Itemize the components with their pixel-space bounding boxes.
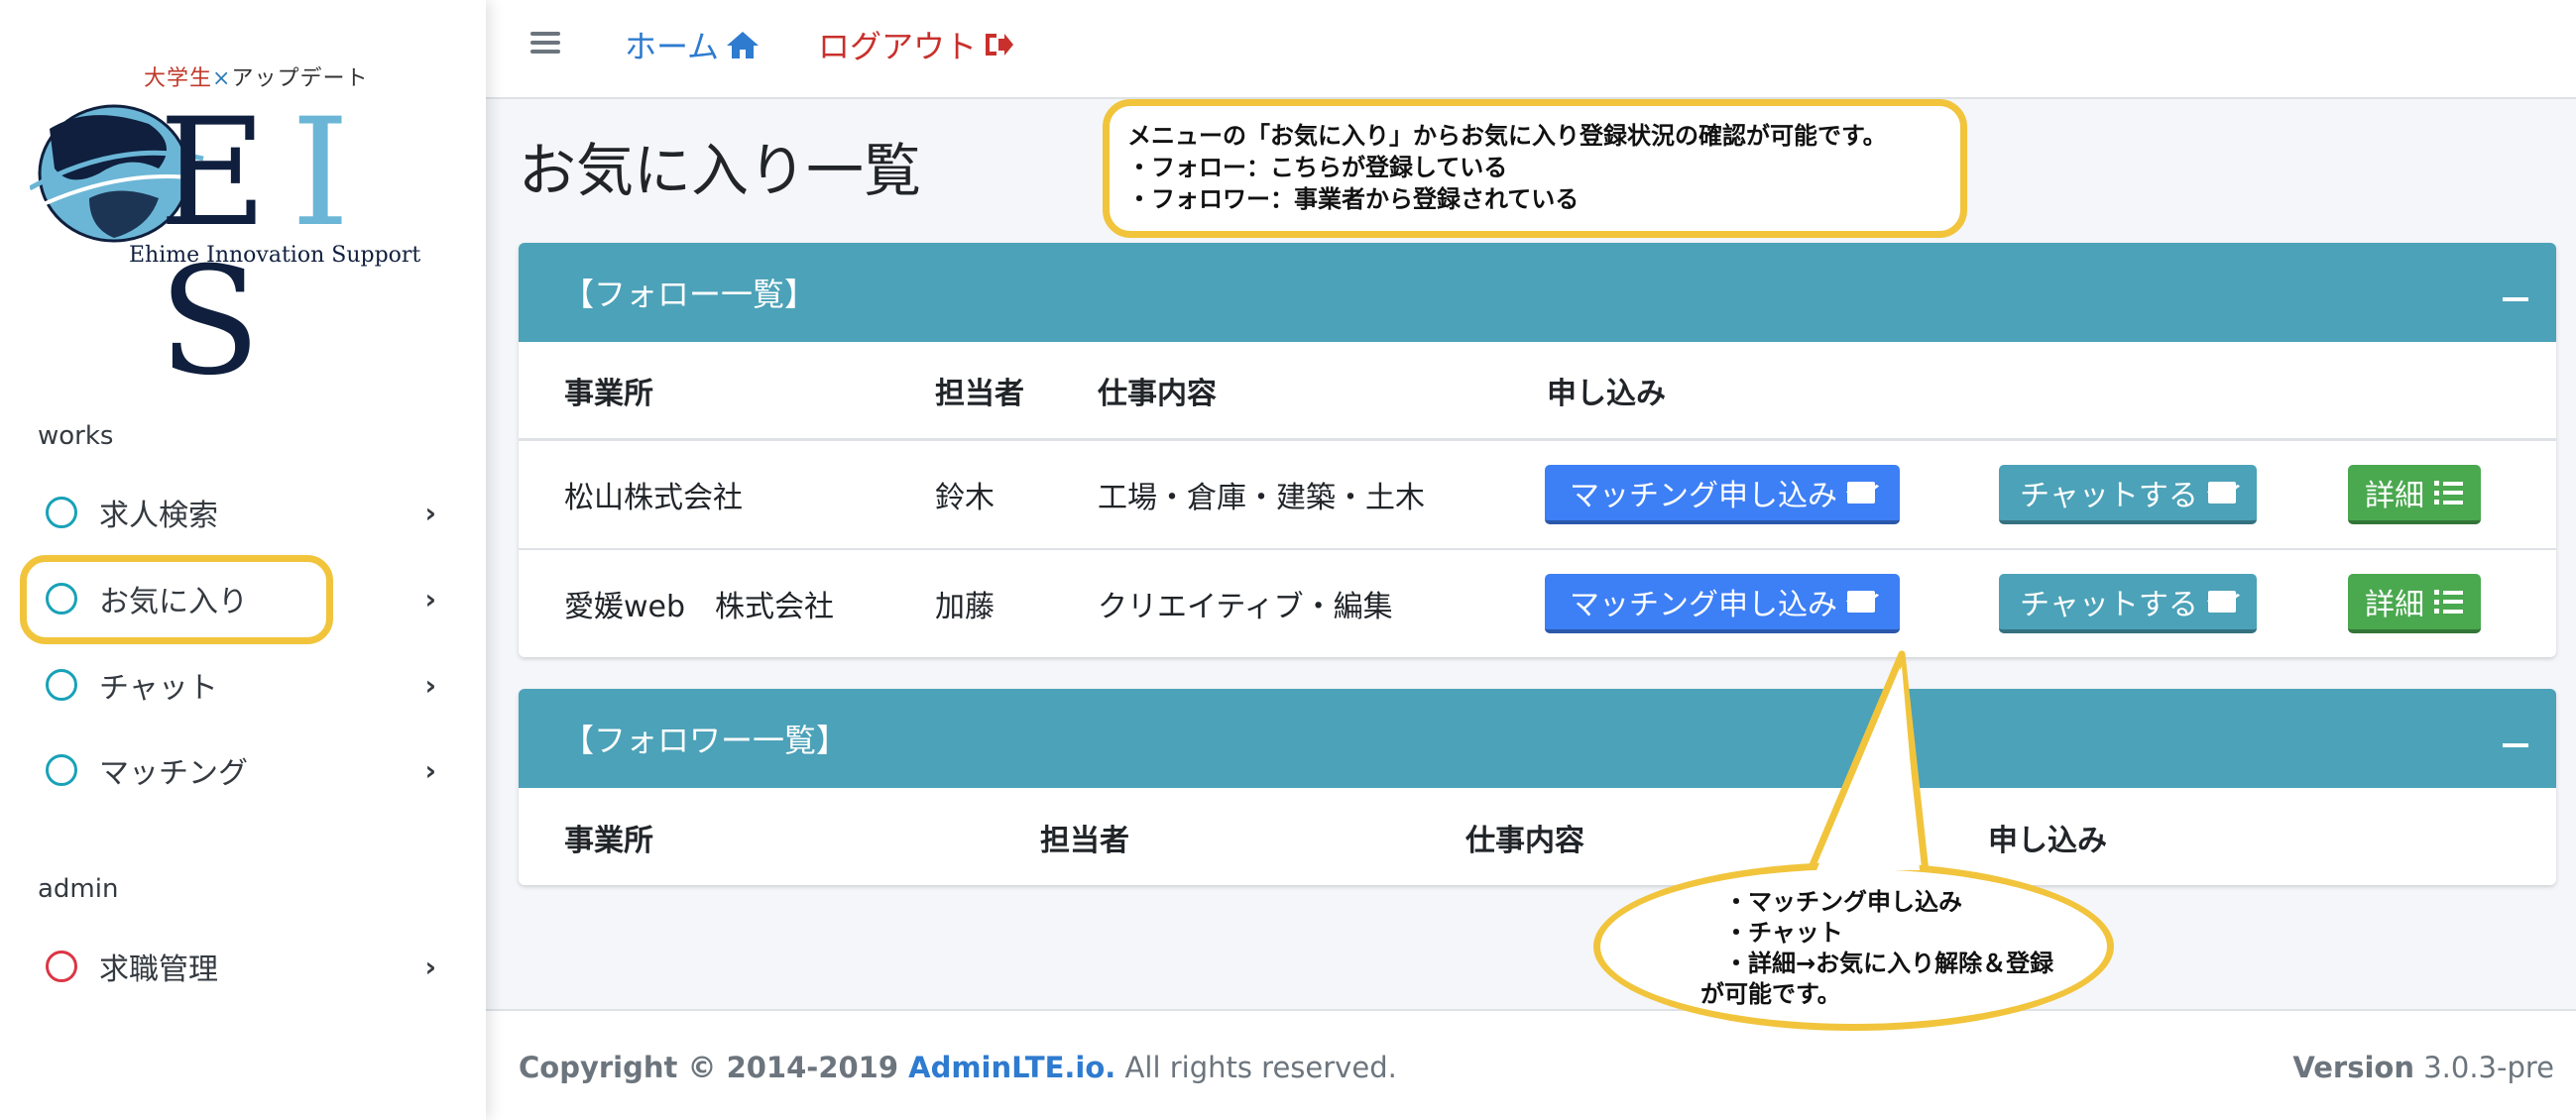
sidebar-item-chat[interactable]: チャット › bbox=[20, 650, 456, 720]
cell-office: 松山株式会社 bbox=[564, 481, 743, 515]
nav-header-admin: admin bbox=[38, 874, 119, 904]
version-info: Version 3.0.3-pre bbox=[2292, 1051, 2554, 1084]
cell-office: 愛媛web 株式会社 bbox=[564, 590, 835, 624]
sidebar-item-label: 求職管理 bbox=[99, 952, 218, 987]
sidebar-item-label: 求人検索 bbox=[99, 499, 218, 533]
button-label: チャットする bbox=[2020, 479, 2198, 513]
card-header: 【フォロワー一覧】 bbox=[519, 689, 2556, 788]
brand-letter-i: I bbox=[291, 87, 374, 260]
column-header-person: 担当者 bbox=[1040, 824, 1129, 858]
home-icon bbox=[727, 32, 760, 58]
button-label: 詳細 bbox=[2365, 479, 2424, 513]
sidebar-item-label: チャット bbox=[99, 671, 218, 706]
column-header-job: 仕事内容 bbox=[1465, 824, 1584, 858]
nav-header-works: works bbox=[38, 421, 114, 451]
column-header-apply: 申し込み bbox=[1988, 824, 2107, 858]
matching-apply-button[interactable]: マッチング申し込み bbox=[1545, 465, 1900, 524]
footer: Copyright © 2014-2019 AdminLTE.io. All r… bbox=[486, 1009, 2576, 1120]
page-title: お気に入り一覧 bbox=[519, 137, 922, 204]
callout-bottom-text: ・マッチング申し込み ・チャット ・詳細→お気に入り解除＆登録 が可能です。 bbox=[1700, 887, 2053, 1010]
detail-button[interactable]: 詳細 bbox=[2348, 465, 2481, 524]
callout-line: ・マッチング申し込み bbox=[1700, 888, 1962, 916]
home-link[interactable]: ホーム bbox=[625, 22, 761, 67]
brand-letter-e: E bbox=[159, 87, 292, 260]
top-navbar: ホーム ログアウト bbox=[486, 0, 2576, 99]
follow-list-card: 【フォロー一覧】 事業所 担当者 仕事内容 申し込み 松山株式会社 鈴木 工場・… bbox=[519, 243, 2556, 657]
hamburger-icon[interactable] bbox=[530, 28, 560, 57]
callout-line: ・フォロワー：事業者から登録されている bbox=[1127, 185, 1580, 213]
sign-out-icon bbox=[986, 34, 1014, 56]
list-icon bbox=[2434, 481, 2464, 504]
logout-link-label: ログアウト bbox=[818, 28, 978, 65]
favorites-highlight-annotation bbox=[20, 555, 333, 644]
column-header-apply: 申し込み bbox=[1547, 376, 1666, 411]
follower-list-card: 【フォロワー一覧】 事業所 担当者 仕事内容 申し込み bbox=[519, 689, 2556, 885]
sidebar-item-job-management[interactable]: 求職管理 › bbox=[20, 932, 456, 1001]
column-header-office: 事業所 bbox=[564, 824, 653, 858]
list-icon bbox=[2434, 590, 2464, 614]
copyright: Copyright © 2014-2019 AdminLTE.io. All r… bbox=[519, 1051, 1397, 1084]
circle-outline-icon bbox=[46, 497, 77, 528]
logout-link[interactable]: ログアウト bbox=[818, 22, 1014, 67]
card-title: 【フォロワー一覧】 bbox=[562, 722, 849, 759]
info-callout-top: メニューの「お気に入り」からお気に入り登録状況の確認が可能です。 ・フォロー：こ… bbox=[1103, 99, 1967, 238]
circle-outline-icon bbox=[46, 951, 77, 982]
callout-line: ・詳細→お気に入り解除＆登録 bbox=[1700, 950, 2054, 977]
circle-outline-icon bbox=[46, 754, 77, 786]
cell-person: 加藤 bbox=[935, 590, 995, 624]
detail-button[interactable]: 詳細 bbox=[2348, 574, 2481, 633]
cell-person: 鈴木 bbox=[935, 481, 995, 515]
callout-line: ・フォロー：こちらが登録している bbox=[1127, 154, 1508, 181]
button-label: チャットする bbox=[2020, 588, 2198, 622]
collapse-icon[interactable] bbox=[2503, 743, 2528, 747]
version-value: 3.0.3-pre bbox=[2413, 1051, 2554, 1084]
sidebar-item-label: マッチング bbox=[99, 756, 248, 791]
matching-apply-button[interactable]: マッチング申し込み bbox=[1545, 574, 1900, 633]
collapse-icon[interactable] bbox=[2503, 297, 2528, 301]
table-header: 事業所 担当者 仕事内容 申し込み bbox=[519, 788, 2556, 885]
brand-logo[interactable]: 大学生×アップデート EIS Ehime Innovation Support bbox=[20, 55, 456, 396]
column-header-office: 事業所 bbox=[564, 376, 653, 411]
sidebar-item-job-search[interactable]: 求人検索 › bbox=[20, 478, 456, 547]
version-label: Version bbox=[2292, 1051, 2414, 1084]
cell-job: クリエイティブ・編集 bbox=[1098, 590, 1393, 624]
button-label: マッチング申し込み bbox=[1570, 588, 1837, 622]
column-header-job: 仕事内容 bbox=[1098, 376, 1217, 411]
chevron-right-icon: › bbox=[424, 496, 436, 529]
home-link-label: ホーム bbox=[625, 28, 720, 65]
chevron-right-icon: › bbox=[424, 753, 436, 787]
envelope-icon bbox=[2207, 482, 2236, 504]
table-row: 松山株式会社 鈴木 工場・倉庫・建築・土木 マッチング申し込み チャットする 詳… bbox=[519, 441, 2556, 550]
chevron-right-icon: › bbox=[424, 668, 436, 702]
circle-outline-icon bbox=[46, 669, 77, 701]
column-header-person: 担当者 bbox=[935, 376, 1024, 411]
callout-line: が可能です。 bbox=[1700, 980, 1841, 1008]
callout-line: ・チャット bbox=[1700, 919, 1843, 947]
envelope-icon bbox=[1847, 482, 1875, 504]
chat-button[interactable]: チャットする bbox=[1999, 574, 2257, 633]
sidebar: 大学生×アップデート EIS Ehime Innovation Support … bbox=[0, 0, 486, 1120]
sidebar-item-matching[interactable]: マッチング › bbox=[20, 735, 456, 805]
card-title: 【フォロー一覧】 bbox=[562, 276, 817, 313]
envelope-icon bbox=[2207, 591, 2236, 613]
brand-subtitle: Ehime Innovation Support bbox=[129, 243, 421, 268]
button-label: 詳細 bbox=[2365, 588, 2424, 622]
button-label: マッチング申し込み bbox=[1570, 479, 1837, 513]
copyright-prefix: Copyright © 2014-2019 bbox=[519, 1051, 909, 1084]
chevron-right-icon: › bbox=[424, 582, 436, 616]
table-row: 愛媛web 株式会社 加藤 クリエイティブ・編集 マッチング申し込み チャットす… bbox=[519, 550, 2556, 657]
cell-job: 工場・倉庫・建築・土木 bbox=[1098, 481, 1425, 515]
table-header: 事業所 担当者 仕事内容 申し込み bbox=[519, 342, 2556, 441]
callout-line: メニューの「お気に入り」からお気に入り登録状況の確認が可能です。 bbox=[1127, 122, 1887, 150]
adminlte-link[interactable]: AdminLTE.io. bbox=[908, 1051, 1115, 1084]
envelope-icon bbox=[1847, 591, 1875, 613]
chevron-right-icon: › bbox=[424, 950, 436, 983]
card-header: 【フォロー一覧】 bbox=[519, 243, 2556, 342]
chat-button[interactable]: チャットする bbox=[1999, 465, 2257, 524]
copyright-suffix: All rights reserved. bbox=[1115, 1051, 1397, 1084]
